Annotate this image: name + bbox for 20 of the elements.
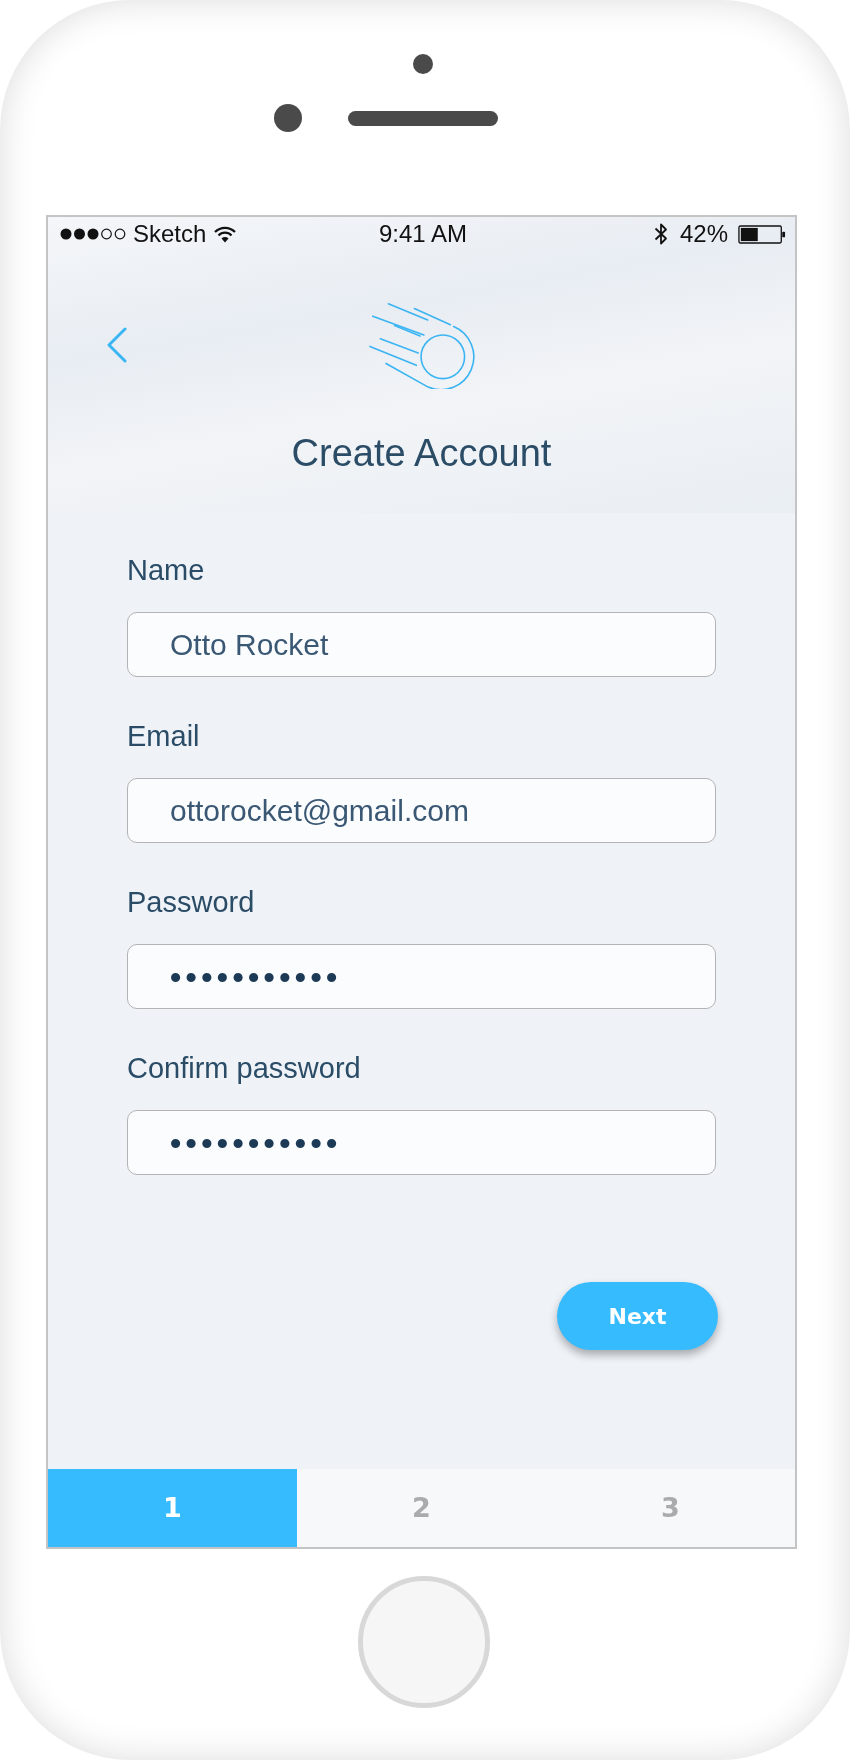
field-label: Name: [127, 553, 205, 588]
bluetooth-icon: [652, 222, 670, 246]
page-title: Create Account: [291, 431, 552, 476]
front-camera-icon: [413, 54, 433, 74]
clock-time: 9:41 AM: [378, 222, 468, 246]
field-label: Email: [127, 719, 200, 754]
speaker-grille-icon: [348, 110, 498, 126]
chevron-left-icon: [106, 327, 128, 363]
input-field[interactable]: Otto Rocket: [127, 612, 716, 677]
field-label: Password: [127, 885, 255, 920]
input-field[interactable]: ottorocket@gmail.com: [127, 778, 716, 843]
battery-icon: [738, 224, 786, 244]
wifi-icon: [214, 225, 237, 243]
signal-strength-icon: [60, 228, 126, 240]
input-field[interactable]: •••••••••••: [127, 944, 716, 1009]
field-label: Confirm password: [127, 1051, 361, 1086]
comet-logo-icon: [366, 301, 477, 389]
input-field[interactable]: •••••••••••: [127, 1110, 716, 1175]
carrier-name: Sketch: [133, 222, 207, 246]
battery-percentage: 42%: [679, 222, 728, 246]
